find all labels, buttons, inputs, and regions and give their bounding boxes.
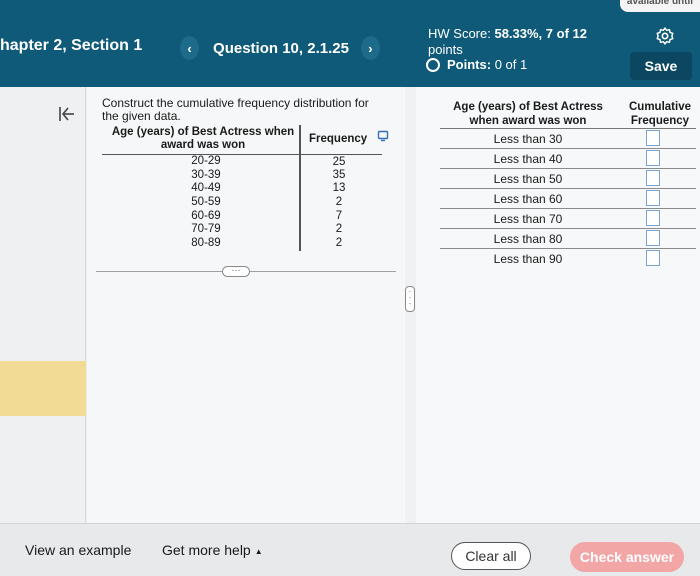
age-range: 80-89	[191, 237, 221, 250]
answer-row: Less than 60	[440, 189, 696, 209]
age-range: 70-79	[191, 223, 221, 236]
cumulative-frequency-header: Cumulative Frequency	[629, 101, 691, 127]
age-range: 30-39	[191, 168, 221, 181]
answer-row-label: Less than 50	[493, 172, 563, 186]
frequency-value: 25	[332, 156, 346, 168]
cumulative-frequency-input[interactable]	[646, 130, 660, 146]
rail-highlight	[0, 361, 86, 416]
gear-icon[interactable]	[655, 26, 675, 46]
frequency-value: 2	[335, 196, 343, 209]
chevron-left-icon: ‹	[187, 40, 192, 56]
answer-row: Less than 70	[440, 209, 696, 229]
frequency-value: 7	[335, 209, 343, 222]
answer-row-label: Less than 60	[493, 192, 563, 206]
get-more-help-button[interactable]: Get more help ▲	[162, 542, 263, 558]
clear-all-button[interactable]: Clear all	[451, 542, 531, 570]
hw-score-suffix: points	[428, 42, 463, 57]
table-row: 80-89 2	[102, 237, 382, 251]
points-status: Points: 0 of 1	[426, 57, 527, 72]
answer-row-label: Less than 80	[493, 232, 563, 246]
cumulative-frequency-input[interactable]	[646, 250, 660, 266]
answer-row: Less than 90	[440, 249, 696, 269]
answer-row-label: Less than 70	[493, 212, 563, 226]
left-rail	[0, 87, 86, 523]
answer-table-header: Age (years) of Best Actress when award w…	[440, 100, 696, 129]
cumulative-frequency-input[interactable]	[646, 170, 660, 186]
hw-score-label: HW Score:	[428, 26, 491, 41]
age-range: 40-49	[191, 182, 221, 195]
copy-data-icon[interactable]	[377, 130, 389, 142]
frequency-table-header: Age (years) of Best Actress when award w…	[102, 125, 382, 155]
age-range: 20-29	[191, 155, 221, 167]
check-answer-button[interactable]: Check answer	[570, 542, 684, 572]
frequency-value: 2	[335, 223, 343, 236]
age-range: 50-59	[191, 196, 221, 209]
answer-row-label: Less than 30	[493, 132, 563, 146]
cumulative-frequency-input[interactable]	[646, 230, 660, 246]
cumulative-frequency-input[interactable]	[646, 150, 660, 166]
availability-tab: available until	[620, 0, 700, 12]
question-instructions: Construct the cumulative frequency distr…	[102, 96, 369, 123]
age-range: 60-69	[191, 209, 221, 222]
frequency-value: 35	[332, 168, 346, 181]
answer-row: Less than 80	[440, 229, 696, 249]
hw-score-value: 58.33%, 7 of 12	[494, 26, 587, 41]
question-label[interactable]: Question 10, 2.1.25	[213, 40, 349, 57]
points-label: Points:	[447, 57, 492, 72]
previous-question-button[interactable]: ‹	[180, 36, 200, 60]
hw-score: HW Score: 58.33%, 7 of 12 points	[428, 26, 598, 58]
answer-row-label: Less than 40	[493, 152, 563, 166]
table-row: 70-79 2	[102, 223, 382, 237]
status-circle-icon	[426, 57, 440, 72]
frequency-table-body: 20-29 25 30-39 35 40-49 13 50-59 2 60-69…	[102, 155, 382, 251]
chapter-title: hapter 2, Section 1	[0, 37, 143, 54]
answer-row: Less than 40	[440, 149, 696, 169]
next-question-button[interactable]: ›	[360, 36, 380, 60]
cumulative-frequency-input[interactable]	[646, 210, 660, 226]
chevron-right-icon: ›	[368, 40, 373, 56]
top-bar: available until hapter 2, Section 1 ‹ Qu…	[0, 0, 700, 87]
table-row: 30-39 35	[102, 169, 382, 183]
table-row: 50-59 2	[102, 196, 382, 210]
answer-row-label: Less than 90	[493, 252, 563, 266]
view-example-link[interactable]: View an example	[25, 542, 131, 558]
points-value: 0 of 1	[494, 57, 528, 72]
answer-age-header: Age (years) of Best Actress when award w…	[453, 101, 603, 127]
table-row: 40-49 13	[102, 182, 382, 196]
question-navigator: ‹ Question 10, 2.1.25 ›	[180, 34, 380, 62]
collapse-left-icon[interactable]	[57, 104, 77, 124]
frequency-value: 13	[332, 182, 346, 195]
frequency-value: 2	[335, 237, 343, 250]
panel-resize-handle[interactable]: · · ·	[405, 286, 415, 312]
save-button[interactable]: Save	[630, 52, 692, 80]
cumulative-frequency-input[interactable]	[646, 190, 660, 206]
age-column-header: Age (years) of Best Actress when award w…	[111, 126, 295, 151]
frequency-column-header: Frequency	[309, 133, 368, 145]
answer-row: Less than 30	[440, 129, 696, 149]
caret-up-icon: ▲	[254, 546, 263, 556]
get-more-help-label: Get more help	[162, 542, 251, 558]
answer-row: Less than 50	[440, 169, 696, 189]
table-row: 20-29 25	[102, 155, 382, 169]
answer-table-body: Less than 30 Less than 40 Less than 50 L…	[440, 129, 696, 269]
table-row: 60-69 7	[102, 210, 382, 224]
expand-dots-button[interactable]: ···	[222, 266, 250, 277]
